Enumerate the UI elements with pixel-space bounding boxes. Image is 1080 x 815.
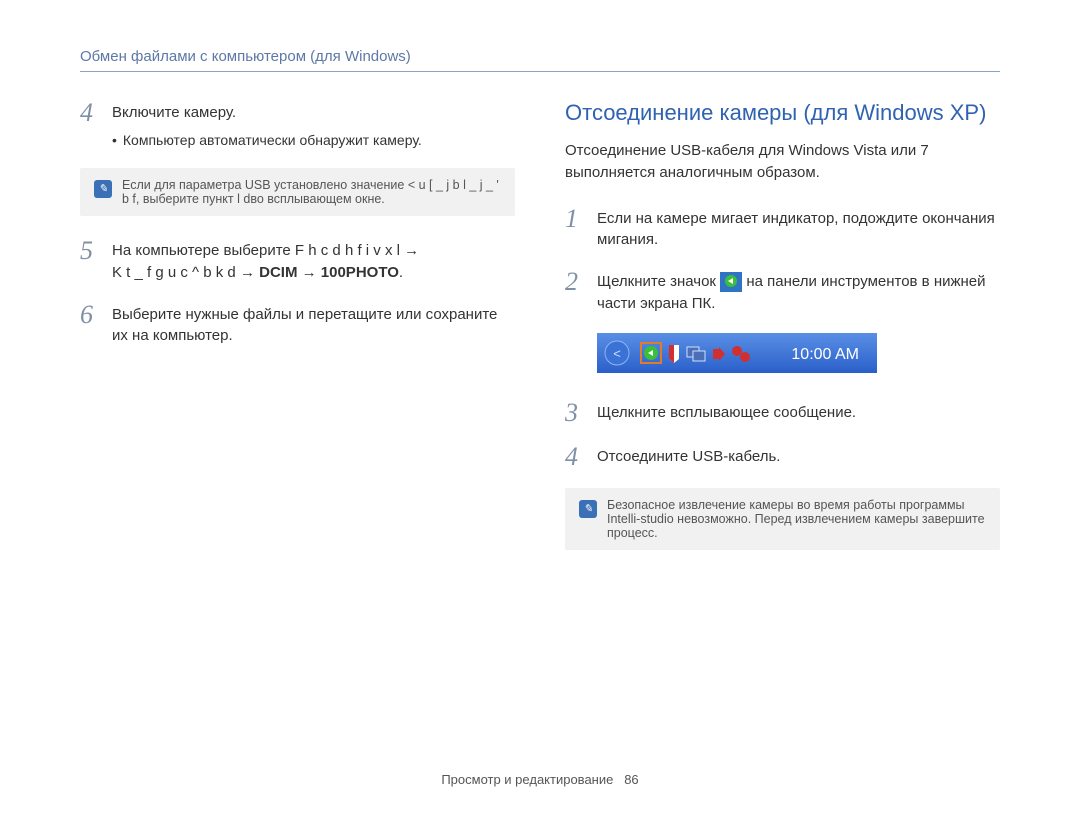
step-body: Щелкните значок на панели инструментов в…	[597, 269, 1000, 315]
step-4-left: 4 Включите камеру. Компьютер автоматичес…	[80, 100, 515, 150]
section-title: Отсоединение камеры (для Windows XP)	[565, 100, 1000, 126]
step-number: 4	[80, 100, 100, 126]
step-body: Включите камеру. Компьютер автоматически…	[112, 100, 422, 150]
note-box: ✎ Если для параметра USB установлено зна…	[80, 168, 515, 216]
page: Обмен файлами с компьютером (для Windows…	[0, 0, 1080, 815]
arrow-icon: →	[404, 242, 419, 259]
taskbar-screenshot: < 1	[597, 333, 1000, 378]
step5-path-dcim: DCIM	[259, 264, 297, 281]
step-sub-bullet: Компьютер автоматически обнаружит камеру…	[112, 130, 422, 150]
footer: Просмотр и редактирование 86	[80, 762, 1000, 815]
step2-text-a: Щелкните значок	[597, 273, 720, 290]
step-5-left: 5 На компьютере выберите F h c d h f i v…	[80, 238, 515, 284]
step-number: 1	[565, 206, 585, 232]
step-body: Выберите нужные файлы и перетащите или с…	[112, 302, 515, 348]
step-3-right: 3 Щелкните всплывающее сообщение.	[565, 400, 1000, 426]
note-box: ✎ Безопасное извлечение камеры во время …	[565, 488, 1000, 550]
note-text: Безопасное извлечение камеры во время ра…	[607, 498, 986, 540]
content-columns: 4 Включите камеру. Компьютер автоматичес…	[80, 100, 1000, 762]
step5-text-a: На компьютере выберите F h c d h f i v x…	[112, 242, 404, 259]
step-1-right: 1 Если на камере мигает индикатор, подож…	[565, 206, 1000, 252]
left-column: 4 Включите камеру. Компьютер автоматичес…	[80, 100, 515, 762]
intro-paragraph: Отсоединение USB-кабеля для Windows Vist…	[565, 140, 1000, 184]
safely-remove-icon	[720, 272, 742, 292]
footer-text: Просмотр и редактирование	[441, 772, 613, 787]
taskbar-time: 10:00 AM	[791, 346, 859, 363]
step-body: Щелкните всплывающее сообщение.	[597, 400, 856, 424]
note-icon: ✎	[94, 180, 112, 198]
step-4-right: 4 Отсоедините USB-кабель.	[565, 444, 1000, 470]
step-number: 2	[565, 269, 585, 295]
step-title: Включите камеру.	[112, 102, 422, 124]
breadcrumb: Обмен файлами с компьютером (для Windows…	[80, 48, 1000, 72]
svg-text:<: <	[613, 346, 621, 361]
page-number: 86	[624, 772, 638, 787]
step-number: 6	[80, 302, 100, 328]
step5-path-100photo: 100PHOTO	[321, 264, 399, 281]
step-2-right: 2 Щелкните значок на панели инструментов…	[565, 269, 1000, 315]
step-body: Если на камере мигает индикатор, подожди…	[597, 206, 1000, 252]
arrow-icon: →	[240, 264, 259, 281]
step-number: 3	[565, 400, 585, 426]
step-6-left: 6 Выберите нужные файлы и перетащите или…	[80, 302, 515, 348]
note-text: Если для параметра USB установлено значе…	[122, 178, 501, 206]
note-icon: ✎	[579, 500, 597, 518]
step-number: 5	[80, 238, 100, 264]
arrow-icon: →	[302, 264, 321, 281]
step-number: 4	[565, 444, 585, 470]
right-column: Отсоединение камеры (для Windows XP) Отс…	[565, 100, 1000, 762]
step-body: На компьютере выберите F h c d h f i v x…	[112, 238, 419, 284]
step5-text-b: K t _ f g u c ^ b k d	[112, 264, 236, 281]
step-body: Отсоедините USB-кабель.	[597, 444, 780, 468]
